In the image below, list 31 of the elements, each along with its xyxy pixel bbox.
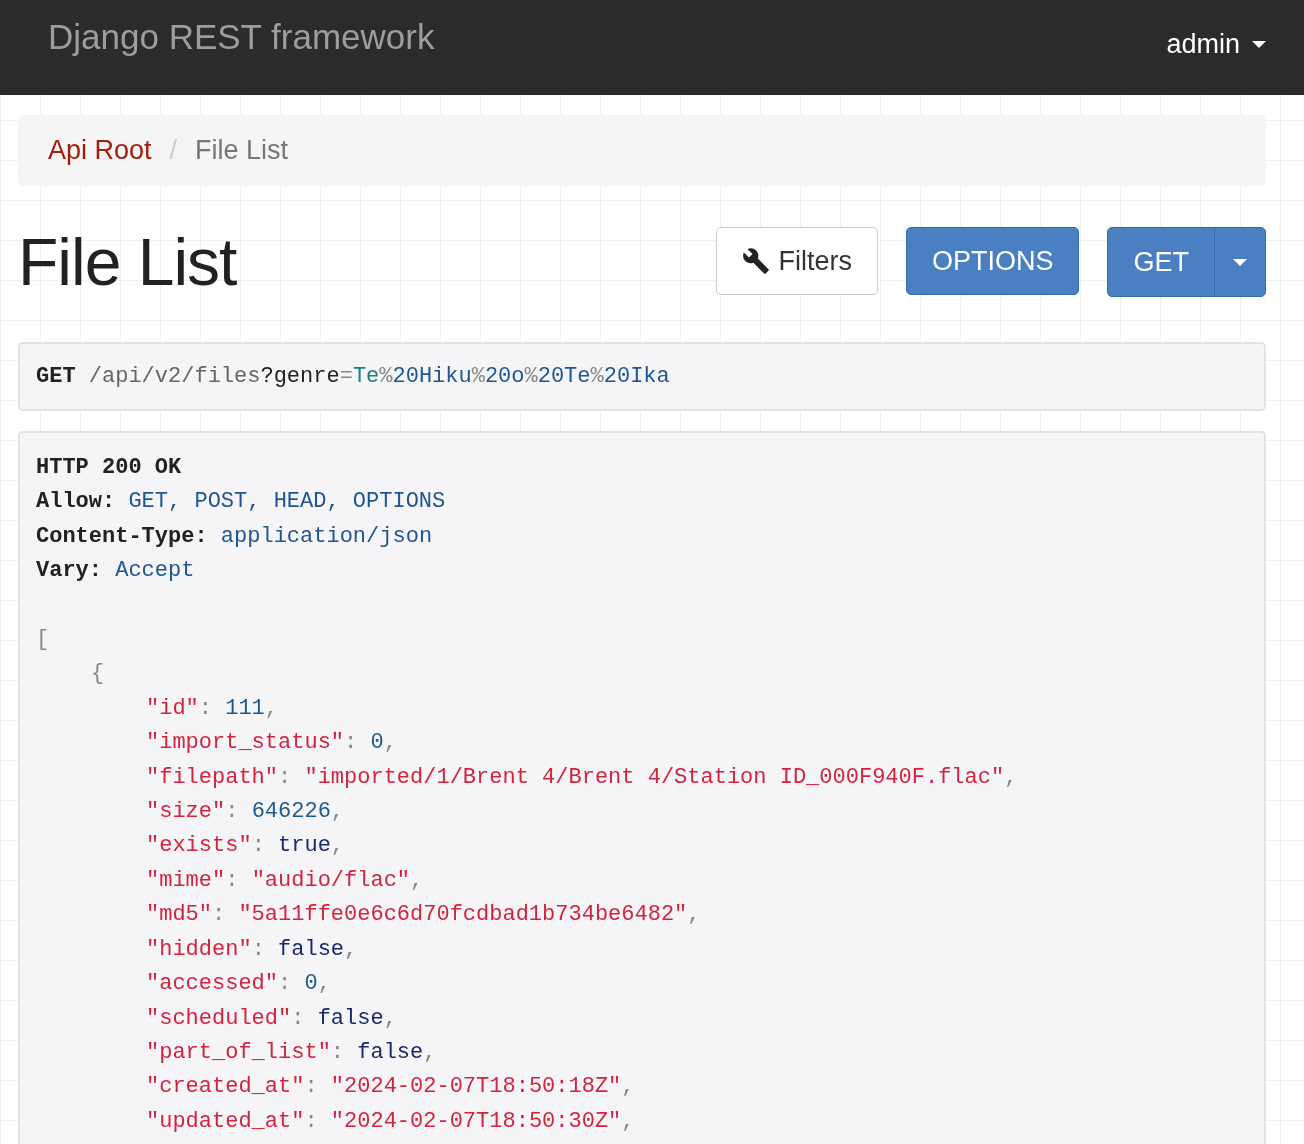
wrench-icon bbox=[742, 247, 771, 275]
json-line: "size": 646226, bbox=[146, 798, 346, 827]
page-title: File List bbox=[18, 224, 237, 300]
json-line: "import_status": 0, bbox=[146, 729, 398, 758]
brand-link[interactable]: Django REST framework bbox=[48, 16, 435, 57]
caret-icon bbox=[1233, 258, 1247, 266]
json-line: "part_of_list": false, bbox=[146, 1038, 438, 1067]
json-bracket: [ bbox=[36, 627, 50, 653]
options-button[interactable]: OPTIONS bbox=[905, 227, 1080, 295]
header-line: Content-Type: application/json bbox=[36, 522, 434, 551]
json-line: "accessed": 0, bbox=[146, 970, 332, 999]
header-line: Allow: GET, POST, HEAD, OPTIONS bbox=[36, 488, 447, 517]
user-menu[interactable]: admin bbox=[1166, 29, 1266, 60]
json-line: "created_at": "2024-02-07T18:50:18Z", bbox=[146, 1073, 636, 1102]
breadcrumb-current: File List bbox=[195, 135, 289, 166]
json-line: "updated_at": "2024-02-07T18:50:30Z", bbox=[146, 1107, 636, 1136]
status-line: HTTP 200 OK bbox=[36, 455, 182, 480]
json-line: "mime": "audio/flac", bbox=[146, 866, 425, 895]
caret-icon bbox=[1252, 41, 1266, 48]
json-line: "md5": "5a11ffe0e6c6d70fcdbad1b734be6482", bbox=[146, 901, 702, 930]
json-line: "scheduled": false, bbox=[146, 1004, 398, 1033]
get-button[interactable]: GET bbox=[1108, 228, 1215, 296]
json-line: "filepath": "imported/1/Brent 4/Brent 4/Station ID_000F940F.flac", bbox=[146, 763, 1019, 792]
header-line: Vary: Accept bbox=[36, 557, 196, 586]
json-brace: { bbox=[91, 661, 105, 687]
breadcrumb-link[interactable]: Api Root bbox=[48, 135, 152, 166]
filters-button[interactable]: Filters bbox=[716, 227, 878, 295]
json-line: "exists": true, bbox=[146, 832, 346, 861]
breadcrumb-divider: / bbox=[169, 135, 178, 166]
json-line: "hidden": false, bbox=[146, 935, 359, 964]
json-line: "id": 111, bbox=[146, 694, 280, 723]
